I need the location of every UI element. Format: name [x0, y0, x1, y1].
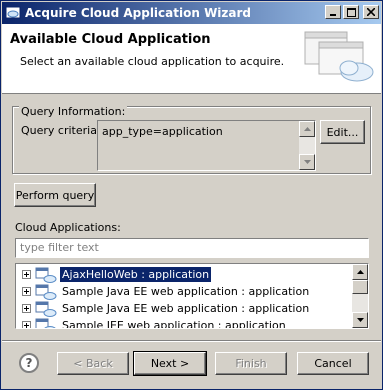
cloud-app-icon [35, 267, 57, 283]
list-item[interactable]: Sample Java EE web application : applica… [22, 283, 311, 300]
perform-query-button[interactable]: Perform query [14, 183, 96, 207]
cloud-app-icon [35, 301, 57, 317]
cancel-button[interactable]: Cancel [297, 352, 369, 375]
minimize-icon [330, 14, 336, 16]
close-button[interactable] [363, 5, 379, 19]
cloud-app-icon [35, 284, 57, 300]
scroll-down-button[interactable] [352, 312, 368, 328]
cloud-app-icon [35, 318, 57, 328]
finish-button-label: Finish [235, 357, 267, 370]
expand-icon[interactable] [22, 270, 31, 279]
cancel-button-label: Cancel [314, 357, 352, 370]
maximize-button[interactable] [343, 5, 359, 19]
perform-query-label: Perform query [15, 188, 95, 202]
minimize-button[interactable] [325, 5, 341, 19]
cloud-windows-icon [304, 31, 374, 82]
expand-icon[interactable] [22, 304, 31, 313]
list-item-label: Sample Java EE web application : applica… [62, 285, 310, 298]
arrow-up-icon [303, 127, 311, 131]
tree-scrollbar[interactable] [352, 264, 368, 328]
arrow-down-icon [356, 318, 364, 322]
window-title: Acquire Cloud Application Wizard [25, 6, 252, 20]
scroll-down-button[interactable] [299, 154, 315, 170]
list-item-label: Sample Java EE web application : applica… [62, 302, 310, 315]
page-description: Select an available cloud application to… [20, 55, 285, 68]
close-icon [367, 8, 375, 16]
wizard-window: Acquire Cloud Application Wizard Availab… [0, 0, 383, 390]
footer-separator [2, 340, 381, 342]
edit-button[interactable]: Edit... [320, 120, 365, 144]
query-criteria-value: app_type=application [102, 125, 223, 138]
cloud-applications-label: Cloud Applications: [15, 221, 121, 234]
back-button[interactable]: < Back [57, 352, 129, 375]
list-item[interactable]: Sample JEE web application : application [22, 317, 288, 329]
query-criteria-label: Query criteria: [21, 124, 101, 137]
scroll-thumb[interactable] [352, 280, 368, 294]
wizard-header: Available Cloud Application Select an av… [2, 24, 381, 94]
list-item[interactable]: Sample Java EE web application : applica… [22, 300, 311, 317]
finish-button[interactable]: Finish [215, 352, 287, 375]
back-button-label: < Back [73, 357, 113, 370]
scroll-up-button[interactable] [352, 264, 368, 280]
arrow-down-icon [303, 160, 311, 164]
scroll-up-button[interactable] [299, 121, 315, 137]
page-title: Available Cloud Application [10, 32, 211, 47]
expand-icon[interactable] [22, 287, 31, 296]
query-group-label: Query Information: [19, 105, 128, 118]
arrow-up-icon [356, 270, 364, 274]
help-icon[interactable]: ? [19, 353, 39, 373]
next-button-label: Next > [150, 357, 190, 370]
cloud-applications-tree[interactable]: AjaxHelloWeb : application Sample Java E… [15, 263, 369, 329]
expand-icon[interactable] [22, 321, 31, 328]
cloud-app-icon [5, 6, 21, 19]
maximize-icon [346, 7, 356, 17]
query-information-group: Query Information: Query criteria: app_t… [12, 106, 371, 174]
title-bar[interactable]: Acquire Cloud Application Wizard [2, 2, 381, 24]
list-item-label: AjaxHelloWeb : application [58, 266, 213, 283]
criteria-scrollbar[interactable] [299, 121, 315, 170]
list-item[interactable]: AjaxHelloWeb : application [22, 266, 213, 283]
next-button[interactable]: Next > [133, 351, 207, 376]
query-criteria-field[interactable]: app_type=application [97, 120, 316, 171]
filter-input[interactable]: type filter text [15, 238, 369, 258]
edit-button-label: Edit... [326, 125, 359, 139]
list-item-label: Sample JEE web application : application [62, 319, 286, 329]
